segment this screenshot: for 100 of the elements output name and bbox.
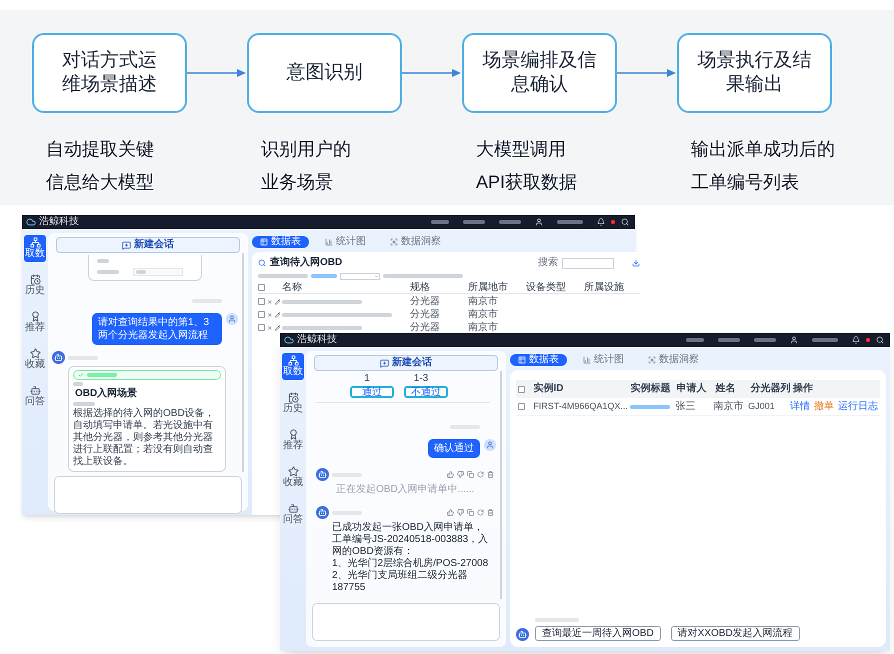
nav-item[interactable]: 推荐 <box>282 427 304 454</box>
table-cell-text: 张三 <box>676 402 697 412</box>
scene-description: 根据选择的待入网的OBD设备，自动填写申请单。若光设施中有其他分光器，则参考其他分光器进行上联配置；若没有则自动查找上联设备。 <box>73 408 216 468</box>
blurred-text <box>718 338 740 342</box>
approval-button[interactable]: 不通过 <box>404 386 448 398</box>
check-icon <box>78 372 84 378</box>
checkbox[interactable] <box>258 324 265 331</box>
result-message: 已成功发起一张OBD入网申请单，工单编号JS-20240518-003883，入网的OBD资源有： <box>332 522 490 558</box>
flow-step-title: 场景执行及结 果输出 <box>698 49 812 97</box>
column-header: 设备类型 <box>526 282 567 292</box>
robot-icon <box>288 503 298 514</box>
status-message: 正在发起OBD入网申请单中...... <box>335 484 476 496</box>
copy-icon[interactable] <box>467 509 474 516</box>
refresh-icon[interactable] <box>477 509 484 516</box>
search-icon[interactable] <box>876 336 884 344</box>
table-cell-text: 分光器 <box>410 310 441 320</box>
blurred-text <box>311 274 337 278</box>
nav-item[interactable]: 问答 <box>24 383 46 410</box>
checkbox[interactable] <box>518 386 525 392</box>
blurred-text <box>557 220 583 224</box>
thumbs-down-icon[interactable] <box>457 509 464 516</box>
app-logo-text: 浩鲸科技 <box>297 335 337 345</box>
action-link[interactable]: 运行日志 <box>838 402 878 412</box>
blurred-text <box>754 338 776 342</box>
bell-icon[interactable] <box>852 336 860 344</box>
new-chat-button[interactable]: 新建会话 <box>314 355 498 371</box>
trash-icon[interactable] <box>487 471 494 478</box>
tab[interactable]: 统计图 <box>317 236 374 248</box>
approval-button[interactable]: 通过 <box>350 386 394 398</box>
table-cell-text: 南京市 <box>468 310 499 320</box>
checkbox[interactable] <box>258 284 265 291</box>
blurred-text <box>630 404 670 408</box>
tab[interactable]: 数据洞察 <box>640 354 707 366</box>
chat-input-field[interactable] <box>312 603 500 641</box>
search-icon <box>258 259 266 267</box>
action-link[interactable]: 详情 <box>790 402 810 412</box>
nav-item[interactable]: 推荐 <box>24 309 46 336</box>
bot-avatar <box>316 506 329 519</box>
edit-icon[interactable] <box>274 324 280 330</box>
form-field[interactable] <box>133 268 183 276</box>
nav-item[interactable]: 历史 <box>282 390 304 417</box>
arrow-connector <box>402 68 462 78</box>
app-logo-text: 浩鲸科技 <box>39 217 79 227</box>
refresh-icon[interactable] <box>477 471 484 478</box>
nav-item[interactable]: 问答 <box>282 501 304 528</box>
edit-icon[interactable] <box>274 312 280 318</box>
flow-step-description: 识别用户的 业务场景 <box>260 138 352 194</box>
nav-item[interactable]: 收藏 <box>24 346 46 373</box>
table-icon <box>260 238 268 246</box>
edit-icon[interactable] <box>274 298 280 304</box>
search-icon[interactable] <box>621 218 629 226</box>
tab[interactable]: 数据表 <box>510 354 567 366</box>
tab[interactable]: 统计图 <box>575 354 632 366</box>
checkbox[interactable] <box>258 311 265 318</box>
arrow-connector <box>187 68 247 78</box>
flow-step-description: 输出派单成功后的 工单编号列表 <box>690 138 832 194</box>
new-chat-button[interactable]: 新建会话 <box>56 237 240 253</box>
column-header: 申请人 <box>676 384 708 394</box>
table-cell-text: 南京市 <box>468 322 499 332</box>
cloud-logo-icon <box>284 335 294 345</box>
suggestion-chip[interactable]: 查询最近一周待入网OBD <box>535 626 661 641</box>
copy-icon[interactable] <box>467 471 474 478</box>
search-label: 搜索 <box>538 258 558 268</box>
table-cell-text: 分光器 <box>410 296 441 306</box>
download-icon[interactable] <box>632 259 640 267</box>
table-icon <box>518 356 526 364</box>
result-message: 1、光华门2层综合机房/POS-27008 <box>332 558 490 570</box>
search-field[interactable] <box>562 258 614 268</box>
blurred-text <box>73 382 83 386</box>
nav-item[interactable]: 历史 <box>24 272 46 299</box>
blurred-text <box>87 373 117 377</box>
blurred-text <box>812 338 838 342</box>
thumbs-up-icon[interactable] <box>447 509 454 516</box>
tab[interactable]: 数据表 <box>252 236 309 248</box>
user-avatar <box>226 313 238 325</box>
checkbox[interactable] <box>258 298 265 305</box>
tab[interactable]: 数据洞察 <box>382 236 449 248</box>
user-avatar <box>484 439 496 451</box>
column-header: 分光器列 <box>750 384 791 394</box>
column-header: 实例标题 <box>630 384 672 394</box>
checkbox[interactable] <box>518 403 525 410</box>
suggestion-chip[interactable]: 请对XXOBD发起入网流程 <box>670 626 800 641</box>
calendar-clock-icon <box>30 274 40 285</box>
nav-item[interactable]: 取数 <box>24 235 46 262</box>
scene-title: OBD入网场景 <box>74 388 138 400</box>
chat-input-field[interactable] <box>54 476 242 514</box>
column-header: 操作 <box>792 384 814 394</box>
blurred-text <box>97 270 119 274</box>
action-link[interactable]: 撤单 <box>814 402 834 412</box>
user-icon[interactable] <box>535 218 543 226</box>
nav-item[interactable]: 收藏 <box>282 464 304 491</box>
thumbs-up-icon[interactable] <box>447 471 454 478</box>
user-icon[interactable] <box>790 336 798 344</box>
cloud-logo-icon <box>26 217 36 227</box>
bell-icon[interactable] <box>597 218 605 226</box>
flow-step-description: 大模型调用 API获取数据 <box>475 138 578 194</box>
trash-icon[interactable] <box>487 509 494 516</box>
thumbs-down-icon[interactable] <box>457 471 464 478</box>
award-icon <box>288 429 298 440</box>
nav-item[interactable]: 取数 <box>282 353 304 380</box>
